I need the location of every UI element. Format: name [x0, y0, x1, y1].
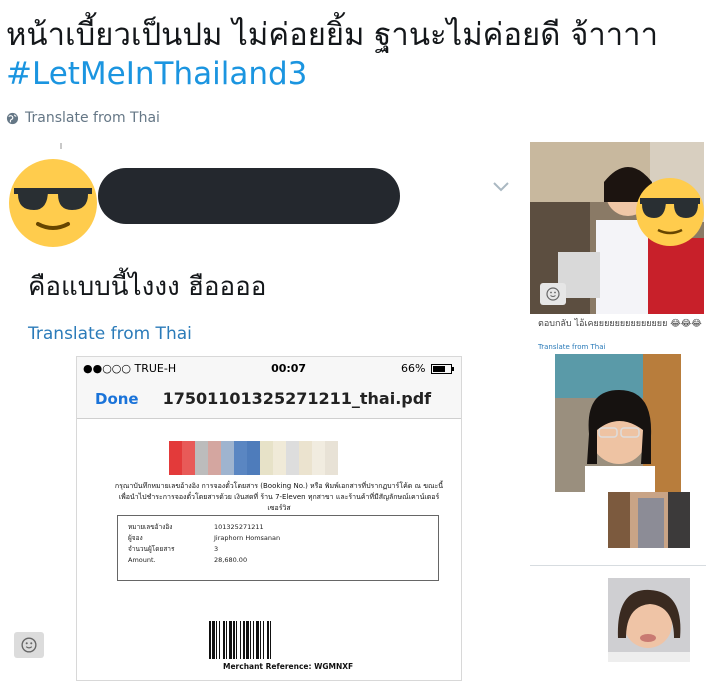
- detail-value: Jiraphorn Homsanan: [214, 534, 281, 542]
- small-translate-link[interactable]: Translate from Thai: [538, 343, 605, 351]
- embedded-tweet-text: คือแบบนี้ไงงง ฮืออออ: [28, 272, 267, 302]
- column-divider: [530, 565, 706, 566]
- detail-key: หมายเลขอ้างอิง: [128, 523, 173, 531]
- smiley-icon: [546, 287, 560, 301]
- barcode-image: [209, 621, 343, 659]
- photo-bob-hair[interactable]: [555, 354, 681, 492]
- hashtag-link[interactable]: #LetMeInThailand3: [6, 55, 718, 94]
- photo-standing[interactable]: [608, 492, 690, 548]
- smiley-button[interactable]: [14, 632, 44, 658]
- booking-details-box: หมายเลขอ้างอิง 101325271211 ผู้จอง Jirapho…: [117, 515, 439, 581]
- globe-icon: [6, 112, 19, 124]
- detail-key: จำนวนผู้โดยสาร: [128, 545, 175, 553]
- embedded-translate-link[interactable]: Translate from Thai: [28, 324, 192, 344]
- phone-screenshot: ●●○○○ TRUE-H 00:07 66% Done 175011013252…: [76, 356, 462, 681]
- translate-label: Translate from Thai: [25, 110, 160, 126]
- tweet-text: หน้าเบี้ยวเป็นปม ไม่ค่อยยิ้ม ฐานะไม่ค่อย…: [6, 16, 718, 94]
- detail-row: หมายเลขอ้างอิง 101325271211: [128, 522, 438, 533]
- tweet-body: หน้าเบี้ยวเป็นปม ไม่ค่อยยิ้ม ฐานะไม่ค่อย…: [6, 17, 658, 53]
- detail-row: ผู้จอง Jiraphorn Homsanan: [128, 533, 438, 544]
- redaction-bar: [98, 168, 400, 224]
- detail-value: 3: [214, 545, 219, 553]
- sunglasses-emoji-icon: [9, 159, 97, 247]
- pdf-filename: 17501101325271211_thai.pdf: [162, 389, 432, 408]
- reply-snippet: ตอบกลับ ไอ้เคยยยยยยยยยยยยยย 😂😂😂: [538, 319, 702, 329]
- battery-icon: [431, 363, 454, 374]
- detail-key: ผู้จอง: [128, 534, 143, 542]
- carrier-label: ●●○○○ TRUE-H: [83, 361, 177, 375]
- clock-label: 00:07: [271, 361, 307, 375]
- detail-key: Amount.: [128, 556, 156, 564]
- pdf-navbar: Done 17501101325271211_thai.pdf: [77, 379, 461, 419]
- image-artifact: [60, 143, 62, 149]
- smiley-button[interactable]: [540, 283, 566, 305]
- chevron-down-icon[interactable]: [492, 180, 510, 192]
- instruction-paragraph: กรุณาบันทึกหมายเลขอ้างอิง การจองตั๋วโดยส…: [114, 482, 444, 512]
- smiley-icon: [21, 637, 37, 653]
- detail-row: Amount. 28,680.00: [128, 555, 438, 566]
- translate-tweet-link[interactable]: Translate from Thai: [6, 110, 160, 126]
- photo-selfie[interactable]: [608, 578, 690, 662]
- battery-percent: 66%: [401, 361, 426, 375]
- battery-label: 66%: [401, 362, 455, 375]
- detail-value: 28,680.00: [214, 556, 248, 564]
- merchant-reference: Merchant Reference: WGMNXF: [223, 662, 354, 671]
- detail-row: จำนวนผู้โดยสาร 3: [128, 544, 438, 555]
- barcode-stripe: [271, 621, 273, 659]
- pixelated-logo: [169, 441, 338, 475]
- detail-value: 101325271211: [214, 523, 264, 531]
- status-bar: ●●○○○ TRUE-H 00:07 66%: [77, 357, 461, 379]
- done-button[interactable]: Done: [95, 390, 139, 408]
